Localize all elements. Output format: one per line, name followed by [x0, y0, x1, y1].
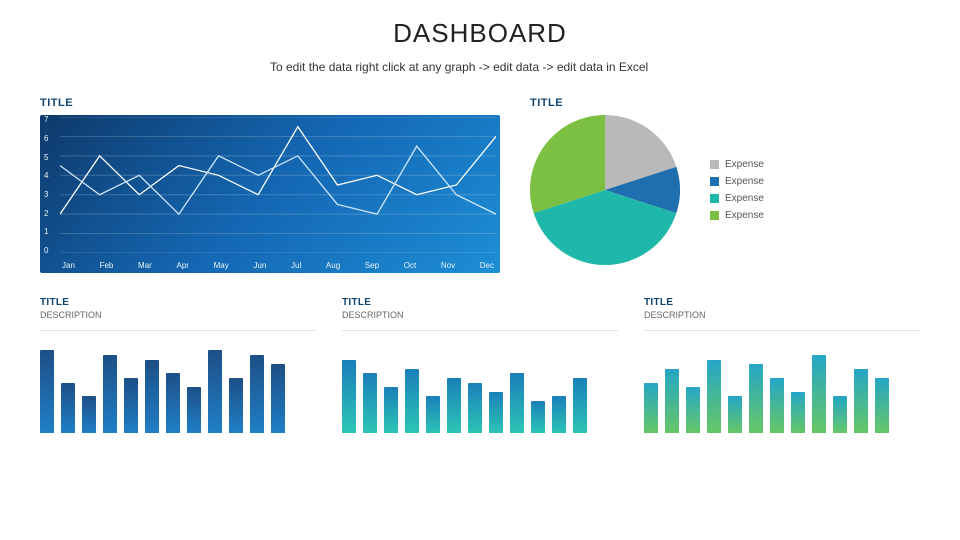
bar	[61, 383, 75, 434]
pie-chart	[530, 115, 680, 265]
bar	[489, 392, 503, 433]
line-chart-card[interactable]: TITLE 7 6 5 4 3 2 1 0 Jan Feb Mar Apr May Jun Jul Aug S…	[40, 97, 500, 273]
bar-chart	[342, 341, 618, 433]
x-tick: Jun	[253, 261, 266, 270]
x-tick: Apr	[177, 261, 189, 270]
bar	[812, 355, 826, 433]
x-tick: Aug	[326, 261, 340, 270]
legend-item: Expense	[710, 210, 764, 221]
page-subtitle: To edit the data right click at any grap…	[270, 59, 690, 75]
divider	[342, 330, 618, 331]
bar	[728, 396, 742, 433]
bar	[707, 360, 721, 434]
bar	[791, 392, 805, 433]
legend-swatch	[710, 211, 719, 220]
legend-label: Expense	[725, 193, 764, 204]
x-tick: Feb	[100, 261, 114, 270]
bar-chart-desc: DESCRIPTION	[644, 310, 920, 320]
y-tick: 1	[44, 227, 58, 236]
bar-chart-card[interactable]: TITLE DESCRIPTION	[644, 297, 920, 433]
x-tick: Jul	[291, 261, 301, 270]
bar	[833, 396, 847, 433]
bar	[552, 396, 566, 433]
bar	[166, 373, 180, 433]
y-tick: 0	[44, 246, 58, 255]
y-tick: 5	[44, 153, 58, 162]
line-chart: 7 6 5 4 3 2 1 0 Jan Feb Mar Apr May Jun Jul Aug Sep Oct N…	[40, 115, 500, 273]
page-title: DASHBOARD	[40, 18, 920, 49]
y-tick: 3	[44, 190, 58, 199]
bar	[187, 387, 201, 433]
bar	[250, 355, 264, 433]
bar	[665, 369, 679, 433]
bar	[468, 383, 482, 434]
x-tick: Mar	[138, 261, 152, 270]
y-tick: 2	[44, 209, 58, 218]
legend-swatch	[710, 177, 719, 186]
legend-item: Expense	[710, 159, 764, 170]
legend-swatch	[710, 160, 719, 169]
y-tick: 6	[44, 134, 58, 143]
bar	[686, 387, 700, 433]
pie-chart-card[interactable]: TITLE Expense Expense Expense Expense	[530, 97, 920, 273]
legend-item: Expense	[710, 176, 764, 187]
bar	[644, 383, 658, 434]
bar	[531, 401, 545, 433]
x-tick: Sep	[365, 261, 379, 270]
bar-chart-card[interactable]: TITLE DESCRIPTION	[342, 297, 618, 433]
bar	[854, 369, 868, 433]
bar-chart-card[interactable]: TITLE DESCRIPTION	[40, 297, 316, 433]
y-tick: 4	[44, 171, 58, 180]
x-tick: Jan	[62, 261, 75, 270]
bar-chart-title: TITLE	[342, 297, 618, 308]
bar	[342, 360, 356, 434]
legend-label: Expense	[725, 176, 764, 187]
bar	[40, 350, 54, 433]
bar	[124, 378, 138, 433]
legend-label: Expense	[725, 210, 764, 221]
bar	[208, 350, 222, 433]
bar	[770, 378, 784, 433]
bar	[145, 360, 159, 434]
legend-item: Expense	[710, 193, 764, 204]
legend-swatch	[710, 194, 719, 203]
bar	[875, 378, 889, 433]
y-tick: 7	[44, 115, 58, 124]
x-tick: May	[214, 261, 229, 270]
bar	[384, 387, 398, 433]
bar	[426, 396, 440, 433]
divider	[644, 330, 920, 331]
legend-label: Expense	[725, 159, 764, 170]
bar-chart-title: TITLE	[40, 297, 316, 308]
x-tick: Nov	[441, 261, 455, 270]
bar	[229, 378, 243, 433]
x-tick: Oct	[404, 261, 416, 270]
pie-chart-title: TITLE	[530, 97, 920, 109]
bar	[103, 355, 117, 433]
divider	[40, 330, 316, 331]
bar-chart	[40, 341, 316, 433]
bar-chart-desc: DESCRIPTION	[342, 310, 618, 320]
bar-chart-desc: DESCRIPTION	[40, 310, 316, 320]
line-chart-title: TITLE	[40, 97, 500, 109]
bar	[510, 373, 524, 433]
bar-chart	[644, 341, 920, 433]
bar	[405, 369, 419, 433]
x-tick: Dec	[480, 261, 494, 270]
pie-legend: Expense Expense Expense Expense	[710, 153, 764, 227]
bar	[573, 378, 587, 433]
bar-chart-title: TITLE	[644, 297, 920, 308]
bar	[363, 373, 377, 433]
bar	[82, 396, 96, 433]
bar	[749, 364, 763, 433]
bar	[271, 364, 285, 433]
bar	[447, 378, 461, 433]
